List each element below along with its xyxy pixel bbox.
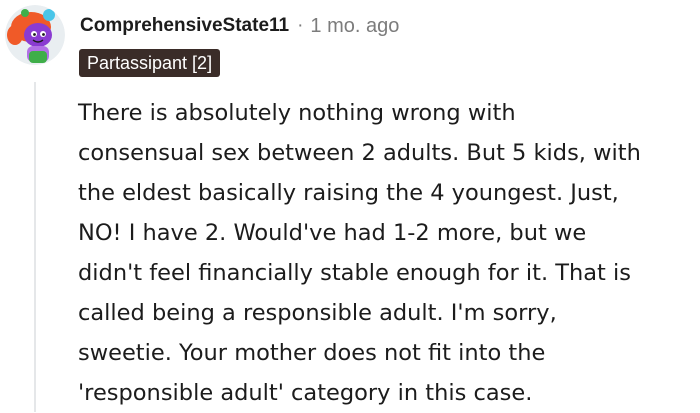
- timestamp[interactable]: 1 mo. ago: [310, 15, 399, 38]
- thread-line[interactable]: [34, 82, 36, 412]
- user-avatar[interactable]: [5, 5, 65, 65]
- meta-separator: ·: [297, 15, 304, 36]
- comment-body-line: 'responsible adult' category in this cas…: [78, 380, 533, 406]
- snoo-avatar-icon: [5, 5, 65, 65]
- comment-body-line: called being a responsible adult. I'm so…: [78, 300, 557, 326]
- user-flair: Partassipant [2]: [79, 49, 221, 77]
- username-link[interactable]: ComprehensiveState11: [80, 15, 289, 37]
- comment-body-line: consensual sex between 2 adults. But 5 k…: [78, 140, 641, 166]
- comment-body-line: didn't feel financially stable enough fo…: [78, 260, 631, 286]
- comment-meta: ComprehensiveState11 · 1 mo. ago: [80, 12, 399, 40]
- comment-body-line: the eldest basically raising the 4 young…: [78, 180, 619, 206]
- comment-body-line: NO! I have 2. Would've had 1-2 more, but…: [78, 220, 587, 246]
- comment-body: There is absolutely nothing wrong with c…: [78, 93, 693, 413]
- comment-body-line: There is absolutely nothing wrong with: [78, 100, 516, 126]
- comment: ComprehensiveState11 · 1 mo. ago Partass…: [0, 0, 700, 412]
- comment-body-line: sweetie. Your mother does not fit into t…: [78, 340, 546, 366]
